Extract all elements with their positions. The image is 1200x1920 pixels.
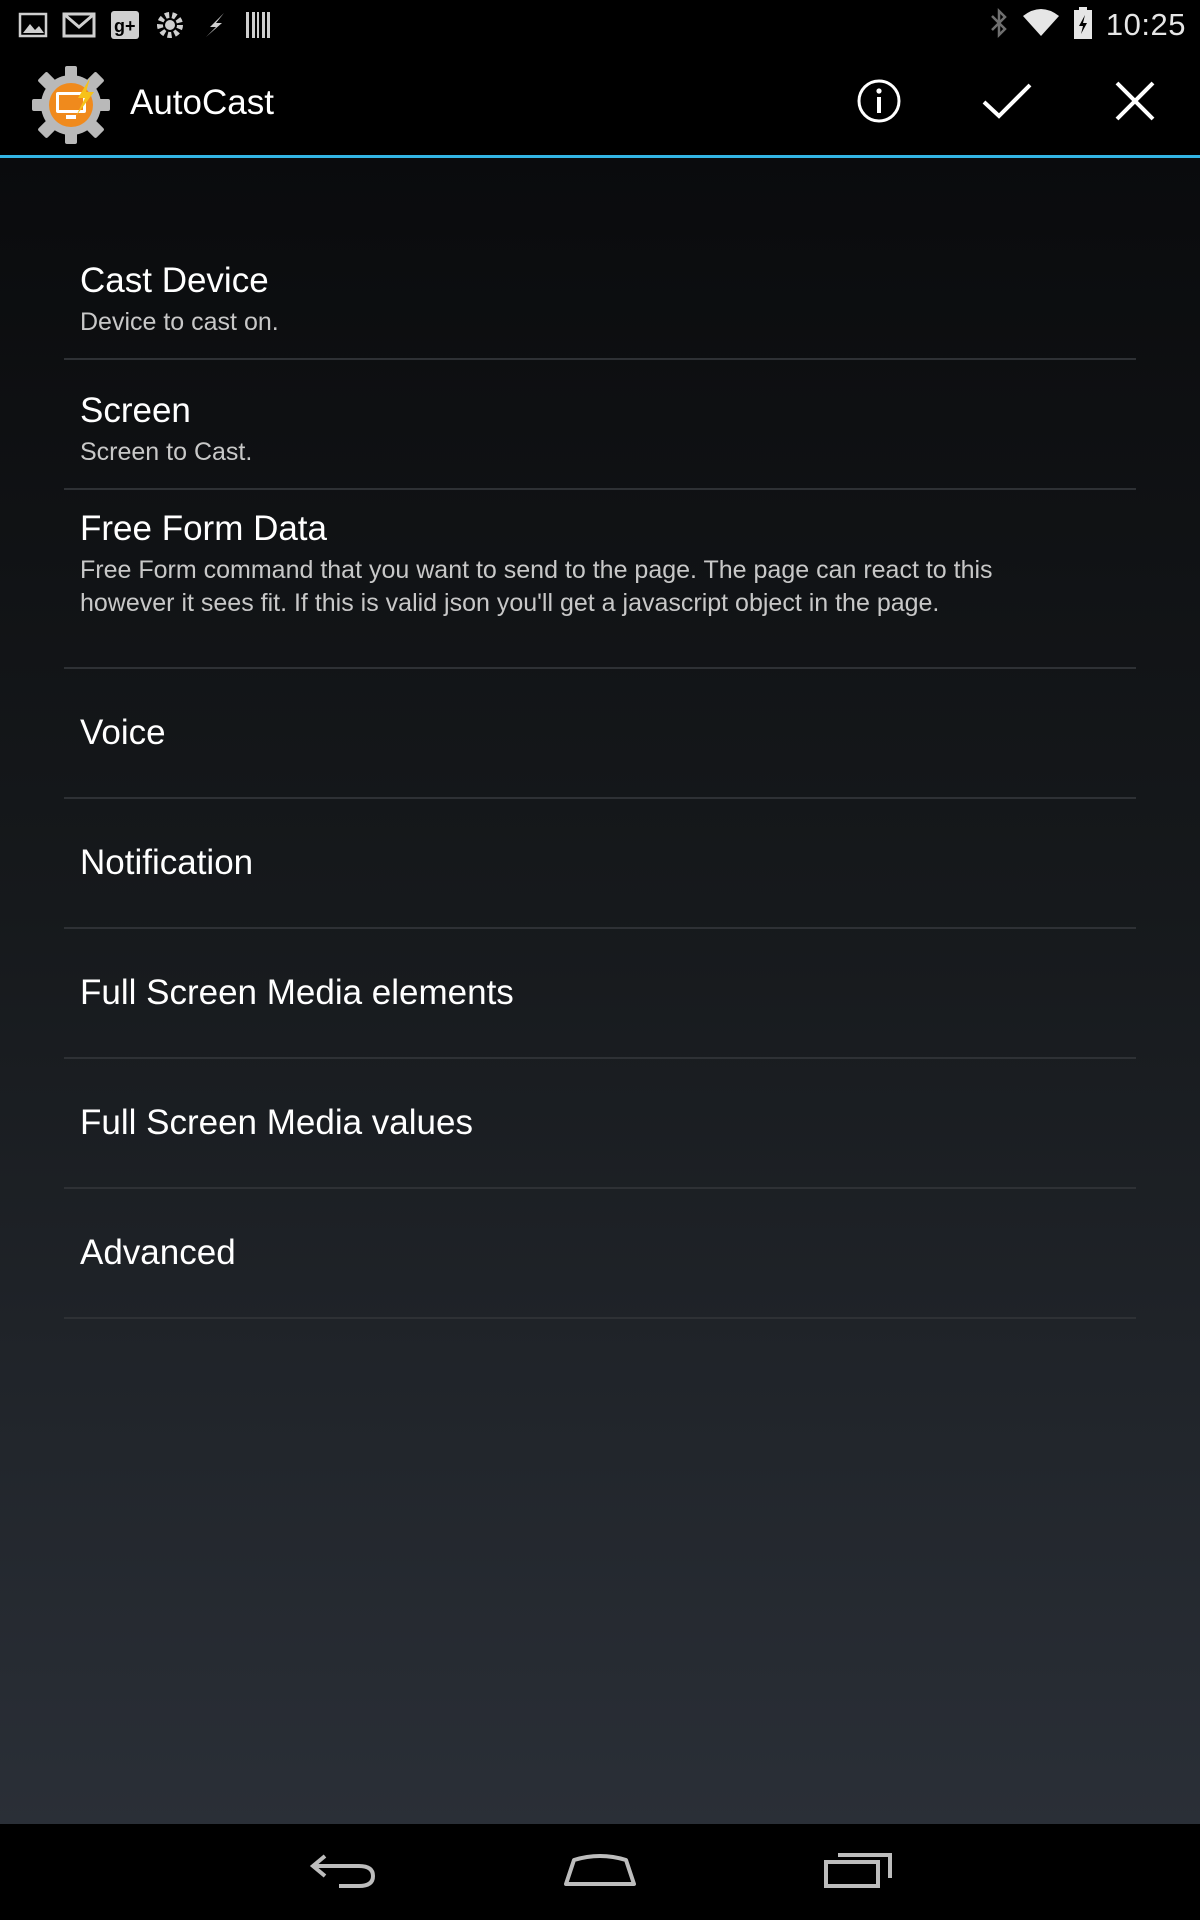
notification-icons: g+: [18, 8, 272, 42]
clock: 10:25: [1105, 7, 1186, 42]
action-bar: AutoCast: [0, 50, 1200, 158]
pref-title: Full Screen Media values: [80, 1103, 473, 1142]
pref-title: Advanced: [80, 1233, 236, 1272]
barcode-icon: [244, 10, 272, 40]
pref-full-screen-media-elements[interactable]: Full Screen Media elements: [64, 929, 1136, 1059]
confirm-button[interactable]: [952, 50, 1062, 156]
home-button[interactable]: [520, 1824, 680, 1920]
pref-title: Notification: [80, 843, 254, 882]
svg-text:g+: g+: [114, 16, 136, 36]
pref-summary: Device to cast on.: [80, 308, 279, 336]
pref-title: Screen: [80, 391, 191, 430]
check-icon: [981, 81, 1033, 126]
preference-list: Cast Device Device to cast on. Screen Sc…: [64, 230, 1136, 1319]
info-button[interactable]: [824, 50, 934, 156]
flash-icon: [200, 11, 230, 39]
pref-title: Cast Device: [80, 261, 269, 300]
screen: g+ 10:25 AutoCast Cast Device Device to …: [0, 0, 1200, 1920]
home-icon: [562, 1850, 638, 1895]
battery-icon: [1072, 6, 1094, 45]
cancel-button[interactable]: [1080, 50, 1190, 156]
pref-summary: Screen to Cast.: [80, 438, 253, 466]
back-button[interactable]: [264, 1824, 424, 1920]
bluetooth-icon: [988, 7, 1010, 44]
pref-title: Full Screen Media elements: [80, 973, 514, 1012]
info-icon: [855, 77, 903, 130]
system-icons: 10:25: [988, 0, 1186, 50]
preferences-screen: Cast Device Device to cast on. Screen Sc…: [0, 158, 1200, 1824]
gmail-icon: [62, 11, 96, 39]
gallery-icon: [18, 11, 48, 39]
pref-cast-device[interactable]: Cast Device Device to cast on.: [64, 230, 1136, 360]
pref-summary: Free Form command that you want to send …: [80, 556, 993, 617]
pref-advanced[interactable]: Advanced: [64, 1189, 1136, 1319]
back-icon: [309, 1850, 379, 1895]
autocast-app-icon[interactable]: [28, 62, 114, 148]
pref-title: Free Form Data: [80, 509, 327, 548]
navigation-bar: [0, 1824, 1200, 1920]
close-icon: [1114, 80, 1156, 127]
pref-notification[interactable]: Notification: [64, 799, 1136, 929]
pref-free-form-data[interactable]: Free Form Data Free Form command that yo…: [64, 490, 1136, 669]
recents-button[interactable]: [778, 1824, 938, 1920]
recents-icon: [822, 1850, 894, 1895]
pref-voice[interactable]: Voice: [64, 669, 1136, 799]
app-title: AutoCast: [130, 83, 274, 122]
pref-screen[interactable]: Screen Screen to Cast.: [64, 360, 1136, 490]
status-bar: g+ 10:25: [0, 0, 1200, 50]
pref-title: Voice: [80, 713, 166, 752]
google-plus-icon: g+: [110, 10, 140, 40]
wifi-icon: [1022, 8, 1060, 43]
pref-full-screen-media-values[interactable]: Full Screen Media values: [64, 1059, 1136, 1189]
tasker-icon: [154, 9, 186, 41]
